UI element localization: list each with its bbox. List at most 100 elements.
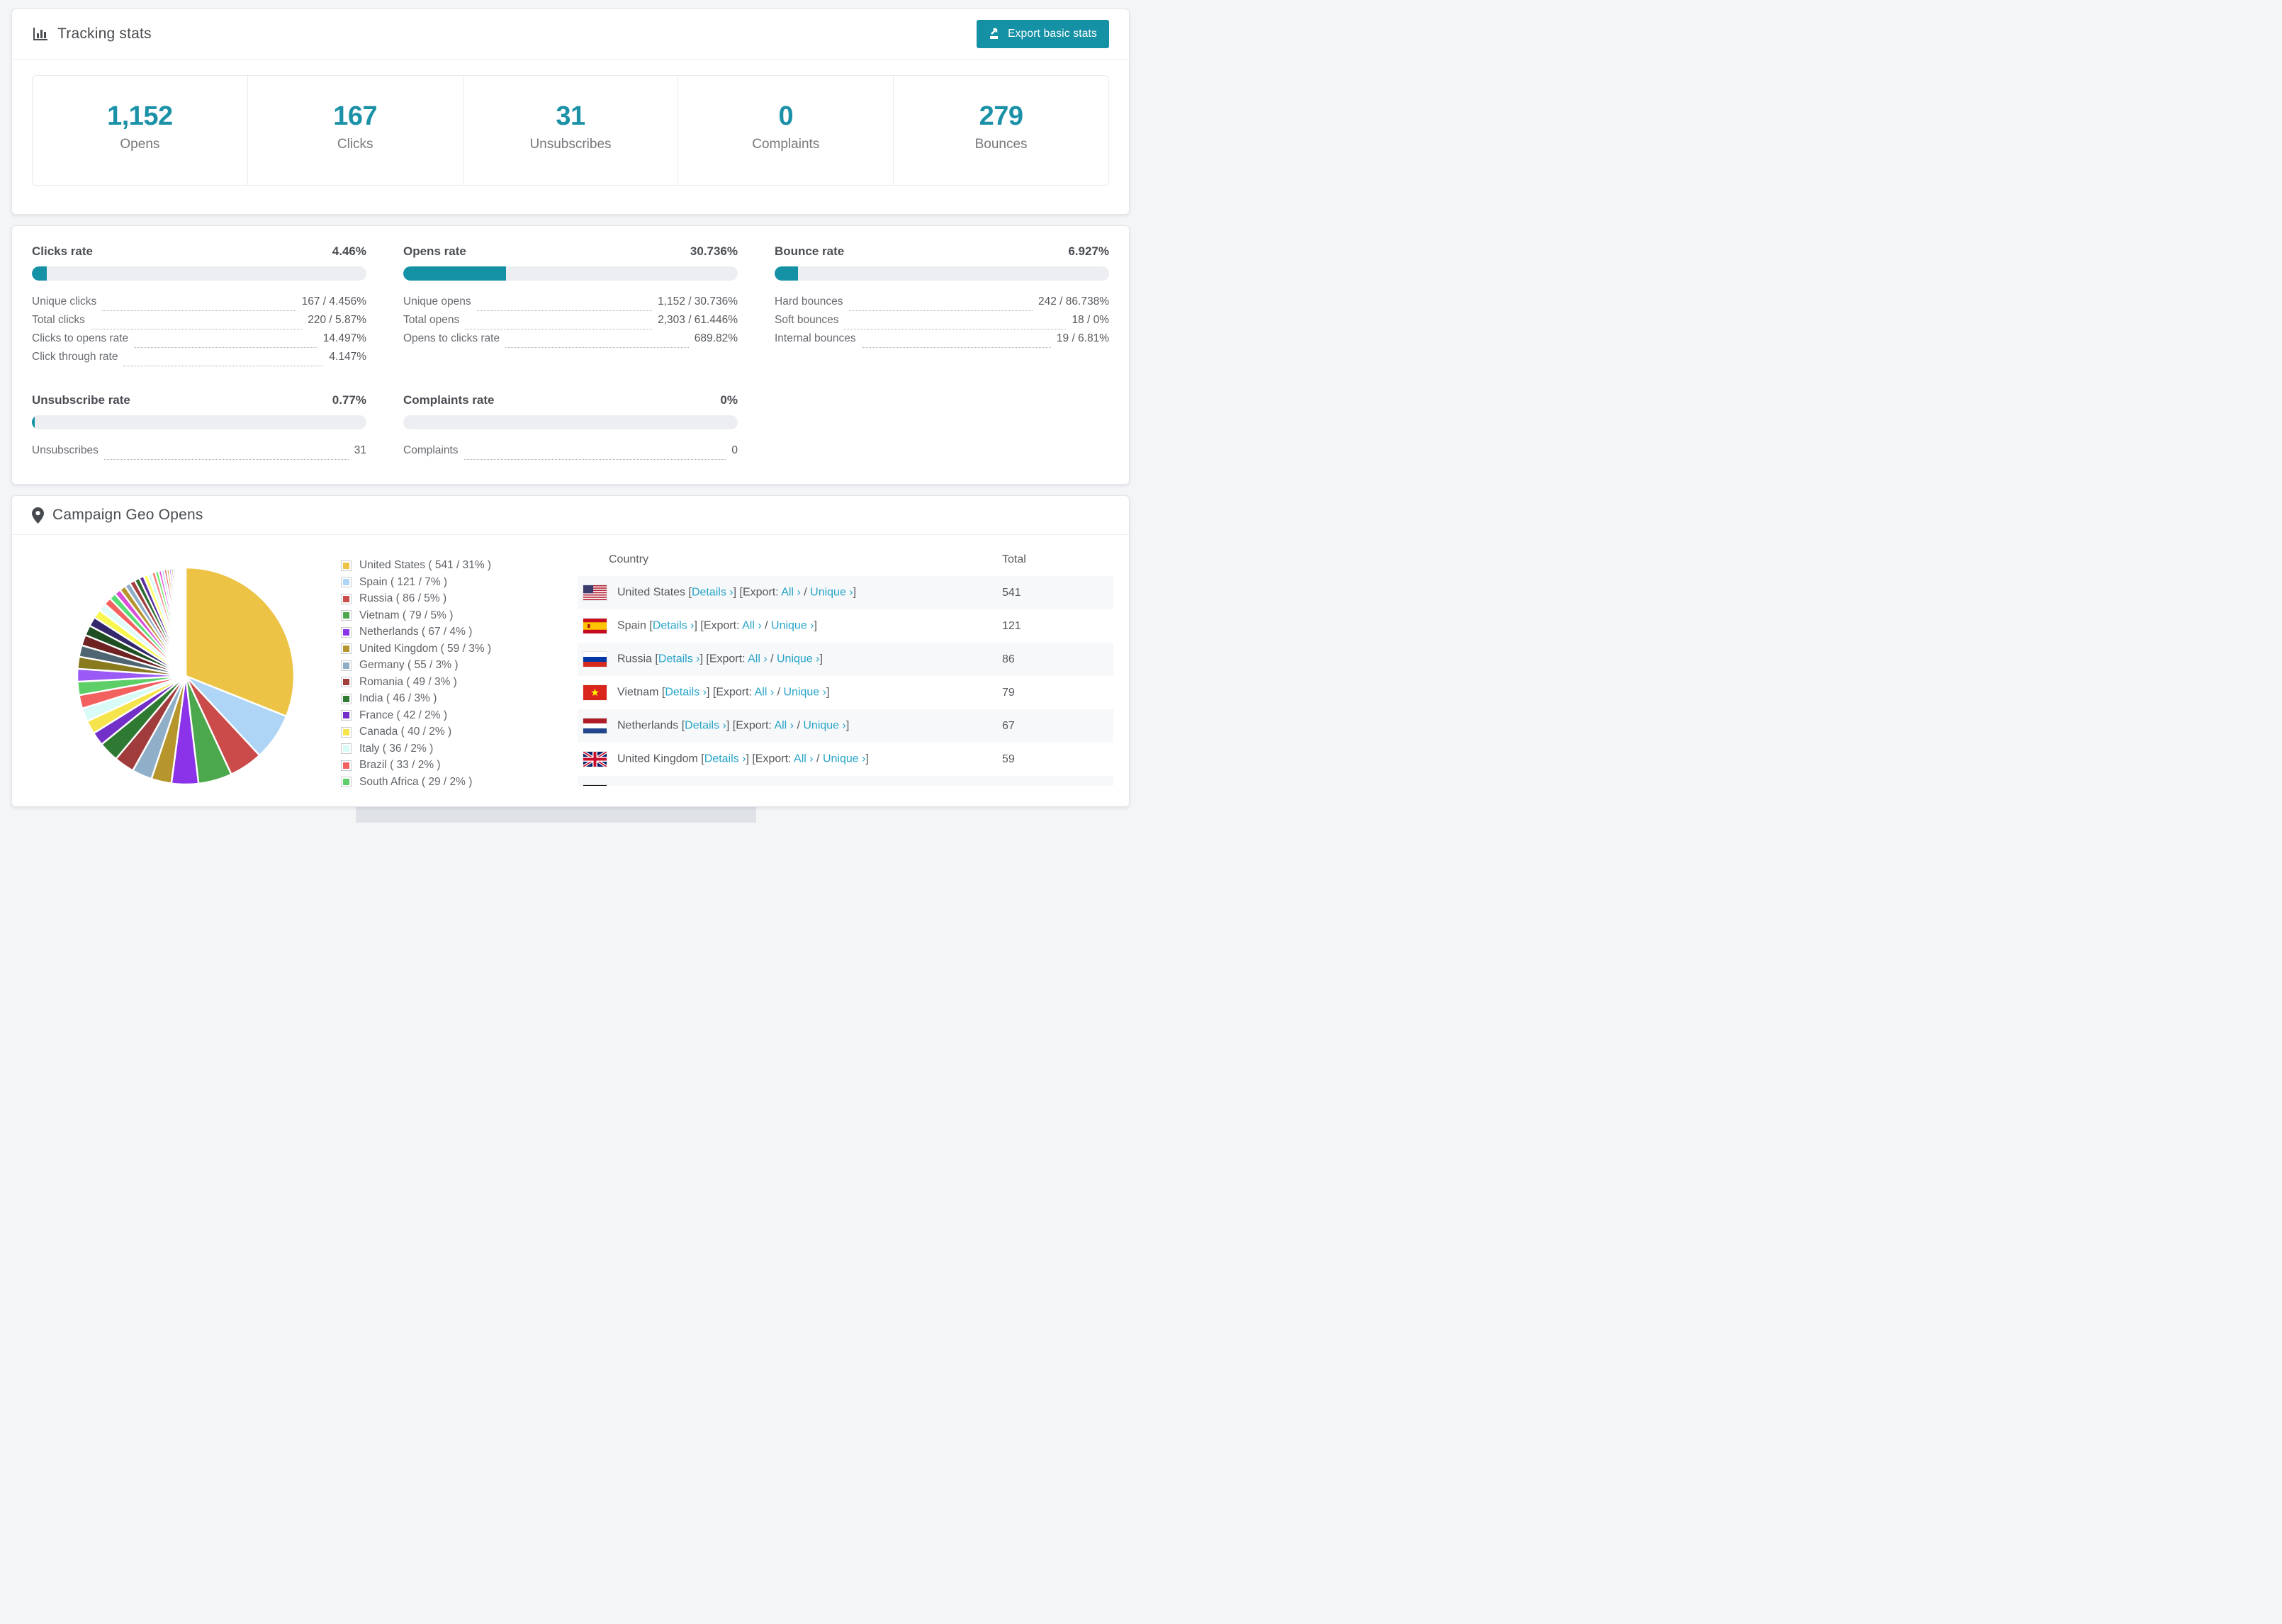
legend-swatch bbox=[341, 710, 352, 721]
flag-de-icon bbox=[583, 785, 607, 786]
legend-item: Germany ( 55 / 3% ) bbox=[341, 659, 534, 672]
bracket-text: [Export: bbox=[732, 719, 775, 732]
rate-detail-value: 689.82% bbox=[694, 332, 738, 344]
export-all-link[interactable]: All › bbox=[755, 687, 775, 699]
rate-detail-value: 242 / 86.738% bbox=[1038, 295, 1109, 308]
bracket-text: [Export: bbox=[700, 619, 743, 632]
details-link[interactable]: Details › bbox=[692, 587, 734, 599]
rate-detail-value: 14.497% bbox=[322, 332, 366, 344]
dotted-leader bbox=[861, 347, 1051, 348]
geo-title-text: Campaign Geo Opens bbox=[52, 507, 203, 523]
legend-swatch bbox=[341, 560, 352, 571]
geo-card-header: Campaign Geo Opens bbox=[12, 496, 1129, 535]
export-unique-link[interactable]: Unique › bbox=[777, 653, 819, 665]
rate-detail-rows: Unique opens 1,152 / 30.736% Total opens 2,… bbox=[403, 295, 738, 351]
summary-stat-label: Complaints bbox=[752, 137, 820, 152]
geo-table-row: Netherlands [Details ›] [Export: All › /… bbox=[578, 709, 1113, 743]
flag-us-icon bbox=[583, 585, 607, 600]
map-pin-icon bbox=[32, 507, 44, 524]
legend-label: South Africa ( 29 / 2% ) bbox=[359, 775, 473, 788]
bracket-text: [Export: bbox=[712, 686, 755, 699]
legend-item: South Africa ( 29 / 2% ) bbox=[341, 776, 534, 789]
flag-nl-icon bbox=[583, 718, 607, 733]
export-all-link[interactable]: All › bbox=[774, 720, 794, 732]
legend-label: United Kingdom ( 59 / 3% ) bbox=[359, 642, 492, 655]
legend-label: France ( 42 / 2% ) bbox=[359, 709, 448, 721]
rate-percent: 6.927% bbox=[1068, 244, 1109, 258]
legend-item: United Kingdom ( 59 / 3% ) bbox=[341, 643, 534, 655]
geo-table-row: United Kingdom [Details ›] [Export: All … bbox=[578, 743, 1113, 776]
geo-country-cell: Vietnam [Details ›] [Export: All › / Uni… bbox=[578, 676, 996, 709]
rate-detail-value: 167 / 4.456% bbox=[301, 295, 366, 308]
legend-swatch bbox=[341, 626, 352, 638]
rate-block-opens-rate: Opens rate 30.736% Unique opens 1,152 / 30.… bbox=[403, 244, 738, 369]
geo-table-partial-row bbox=[578, 776, 1113, 786]
geo-total-cell: 86 bbox=[1002, 653, 1015, 665]
details-link[interactable]: Details › bbox=[704, 753, 746, 765]
export-all-link[interactable]: All › bbox=[748, 653, 768, 665]
legend-item: Vietnam ( 79 / 5% ) bbox=[341, 609, 534, 622]
export-unique-link[interactable]: Unique › bbox=[810, 587, 853, 599]
dotted-leader bbox=[134, 347, 317, 348]
details-link[interactable]: Details › bbox=[653, 620, 695, 632]
legend-label: Canada ( 40 / 2% ) bbox=[359, 726, 452, 738]
export-unique-link[interactable]: Unique › bbox=[771, 620, 814, 632]
dotted-leader bbox=[848, 310, 1033, 311]
geo-table-row: Russia [Details ›] [Export: All › / Uniq… bbox=[578, 643, 1113, 676]
rates-grid: Clicks rate 4.46% Unique clicks 167 / 4.456… bbox=[32, 244, 1109, 463]
rate-detail-label: Internal bounces bbox=[775, 332, 856, 344]
rate-detail-label: Click through rate bbox=[32, 351, 118, 363]
rate-detail-rows: Unique clicks 167 / 4.456% Total clicks 220… bbox=[32, 295, 366, 369]
rate-title: Opens rate bbox=[403, 244, 466, 258]
country-name: Vietnam bbox=[617, 686, 662, 699]
legend-label: Vietnam ( 79 / 5% ) bbox=[359, 609, 454, 621]
legend-swatch bbox=[341, 643, 352, 654]
export-basic-stats-button[interactable]: Export basic stats bbox=[977, 20, 1109, 48]
legend-item: Spain ( 121 / 7% ) bbox=[341, 576, 534, 589]
geo-country-cell: Netherlands [Details ›] [Export: All › /… bbox=[578, 709, 996, 743]
dotted-leader bbox=[476, 310, 653, 311]
export-all-link[interactable]: All › bbox=[794, 753, 814, 765]
rate-head: Clicks rate 4.46% bbox=[32, 244, 366, 259]
rate-detail-label: Total clicks bbox=[32, 314, 85, 326]
geo-table-row: United States [Details ›] [Export: All ›… bbox=[578, 576, 1113, 609]
export-all-link[interactable]: All › bbox=[781, 587, 801, 599]
rate-block-unsubscribe-rate: Unsubscribe rate 0.77% Unsubscribes 31 bbox=[32, 393, 366, 463]
bracket-text: / bbox=[774, 686, 784, 699]
export-all-link[interactable]: All › bbox=[742, 620, 762, 632]
rate-progress-fill bbox=[32, 266, 47, 281]
rate-detail-label: Unsubscribes bbox=[32, 444, 99, 456]
export-unique-link[interactable]: Unique › bbox=[784, 687, 826, 699]
rate-detail-row: Clicks to opens rate 14.497% bbox=[32, 332, 366, 351]
rate-progress-track bbox=[32, 266, 366, 281]
summary-stat-value: 1,152 bbox=[107, 101, 173, 131]
legend-label: Italy ( 36 / 2% ) bbox=[359, 742, 434, 755]
flag-vn-icon bbox=[583, 685, 607, 700]
rate-percent: 4.46% bbox=[332, 244, 366, 258]
geo-total-cell: 67 bbox=[1002, 719, 1015, 732]
legend-label: Netherlands ( 67 / 4% ) bbox=[359, 626, 473, 638]
export-unique-link[interactable]: Unique › bbox=[803, 720, 845, 732]
details-link[interactable]: Details › bbox=[665, 687, 707, 699]
legend-swatch bbox=[341, 610, 352, 621]
details-link[interactable]: Details › bbox=[658, 653, 700, 665]
legend-label: India ( 46 / 3% ) bbox=[359, 692, 437, 704]
bracket-text: / bbox=[813, 752, 823, 765]
bar-chart-icon bbox=[32, 26, 49, 43]
rate-progress-fill bbox=[403, 266, 507, 281]
summary-stat-label: Bounces bbox=[974, 137, 1028, 152]
bracket-text: ] bbox=[853, 586, 857, 599]
geo-total-cell: 59 bbox=[1002, 752, 1015, 765]
geo-table-row: Vietnam [Details ›] [Export: All › / Uni… bbox=[578, 676, 1113, 709]
rate-detail-row: Unsubscribes 31 bbox=[32, 444, 366, 463]
summary-stat-box: 0 Complaints bbox=[678, 76, 894, 185]
bracket-text: ] bbox=[845, 719, 850, 732]
details-link[interactable]: Details › bbox=[685, 720, 726, 732]
rate-detail-label: Clicks to opens rate bbox=[32, 332, 129, 344]
country-name: United Kingdom bbox=[617, 752, 702, 765]
geo-table-header-row: Country Total bbox=[578, 545, 1113, 576]
rate-detail-row: Unique opens 1,152 / 30.736% bbox=[403, 295, 738, 314]
geo-total-cell bbox=[996, 776, 1113, 786]
export-unique-link[interactable]: Unique › bbox=[823, 753, 865, 765]
summary-stat-box: 31 Unsubscribes bbox=[463, 76, 679, 185]
